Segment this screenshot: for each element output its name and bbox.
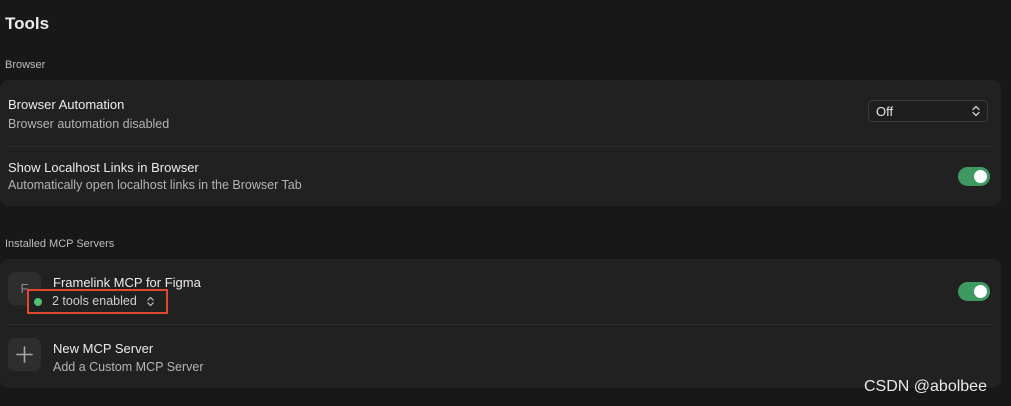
- chevron-up-down-icon: [147, 296, 154, 307]
- new-server-title: New MCP Server: [53, 341, 154, 356]
- localhost-links-row: Show Localhost Links in Browser Automati…: [0, 147, 1001, 206]
- toggle-knob: [974, 285, 987, 298]
- browser-automation-select[interactable]: Off: [868, 100, 988, 122]
- server-status-dropdown[interactable]: 2 tools enabled: [27, 289, 168, 314]
- status-dot-icon: [34, 298, 42, 306]
- browser-automation-title: Browser Automation: [8, 97, 125, 112]
- watermark: CSDN @abolbee: [864, 378, 987, 395]
- new-mcp-server-row[interactable]: New MCP Server Add a Custom MCP Server: [0, 325, 1001, 388]
- browser-settings-card: Browser Automation Browser automation di…: [0, 80, 1001, 206]
- localhost-links-title: Show Localhost Links in Browser: [8, 160, 199, 175]
- chevron-up-down-icon: [972, 105, 980, 117]
- toggle-knob: [974, 170, 987, 183]
- server-name: Framelink MCP for Figma: [53, 275, 201, 290]
- new-server-subtitle: Add a Custom MCP Server: [53, 360, 204, 374]
- mcp-servers-card: F Framelink MCP for Figma New MCP Server…: [0, 259, 1001, 388]
- browser-automation-subtitle: Browser automation disabled: [8, 117, 170, 131]
- plus-glyph-icon: [16, 346, 33, 363]
- localhost-links-subtitle: Automatically open localhost links in th…: [8, 178, 302, 192]
- plus-icon[interactable]: [8, 338, 41, 371]
- server-toggle[interactable]: [958, 282, 990, 301]
- section-label-mcp: Installed MCP Servers: [5, 238, 115, 250]
- section-label-browser: Browser: [5, 59, 46, 71]
- page-title: Tools: [5, 14, 50, 33]
- browser-automation-select-value: Off: [876, 104, 894, 119]
- localhost-links-toggle[interactable]: [958, 167, 990, 186]
- server-status-text: 2 tools enabled: [52, 294, 137, 308]
- browser-automation-row: Browser Automation Browser automation di…: [0, 80, 1001, 146]
